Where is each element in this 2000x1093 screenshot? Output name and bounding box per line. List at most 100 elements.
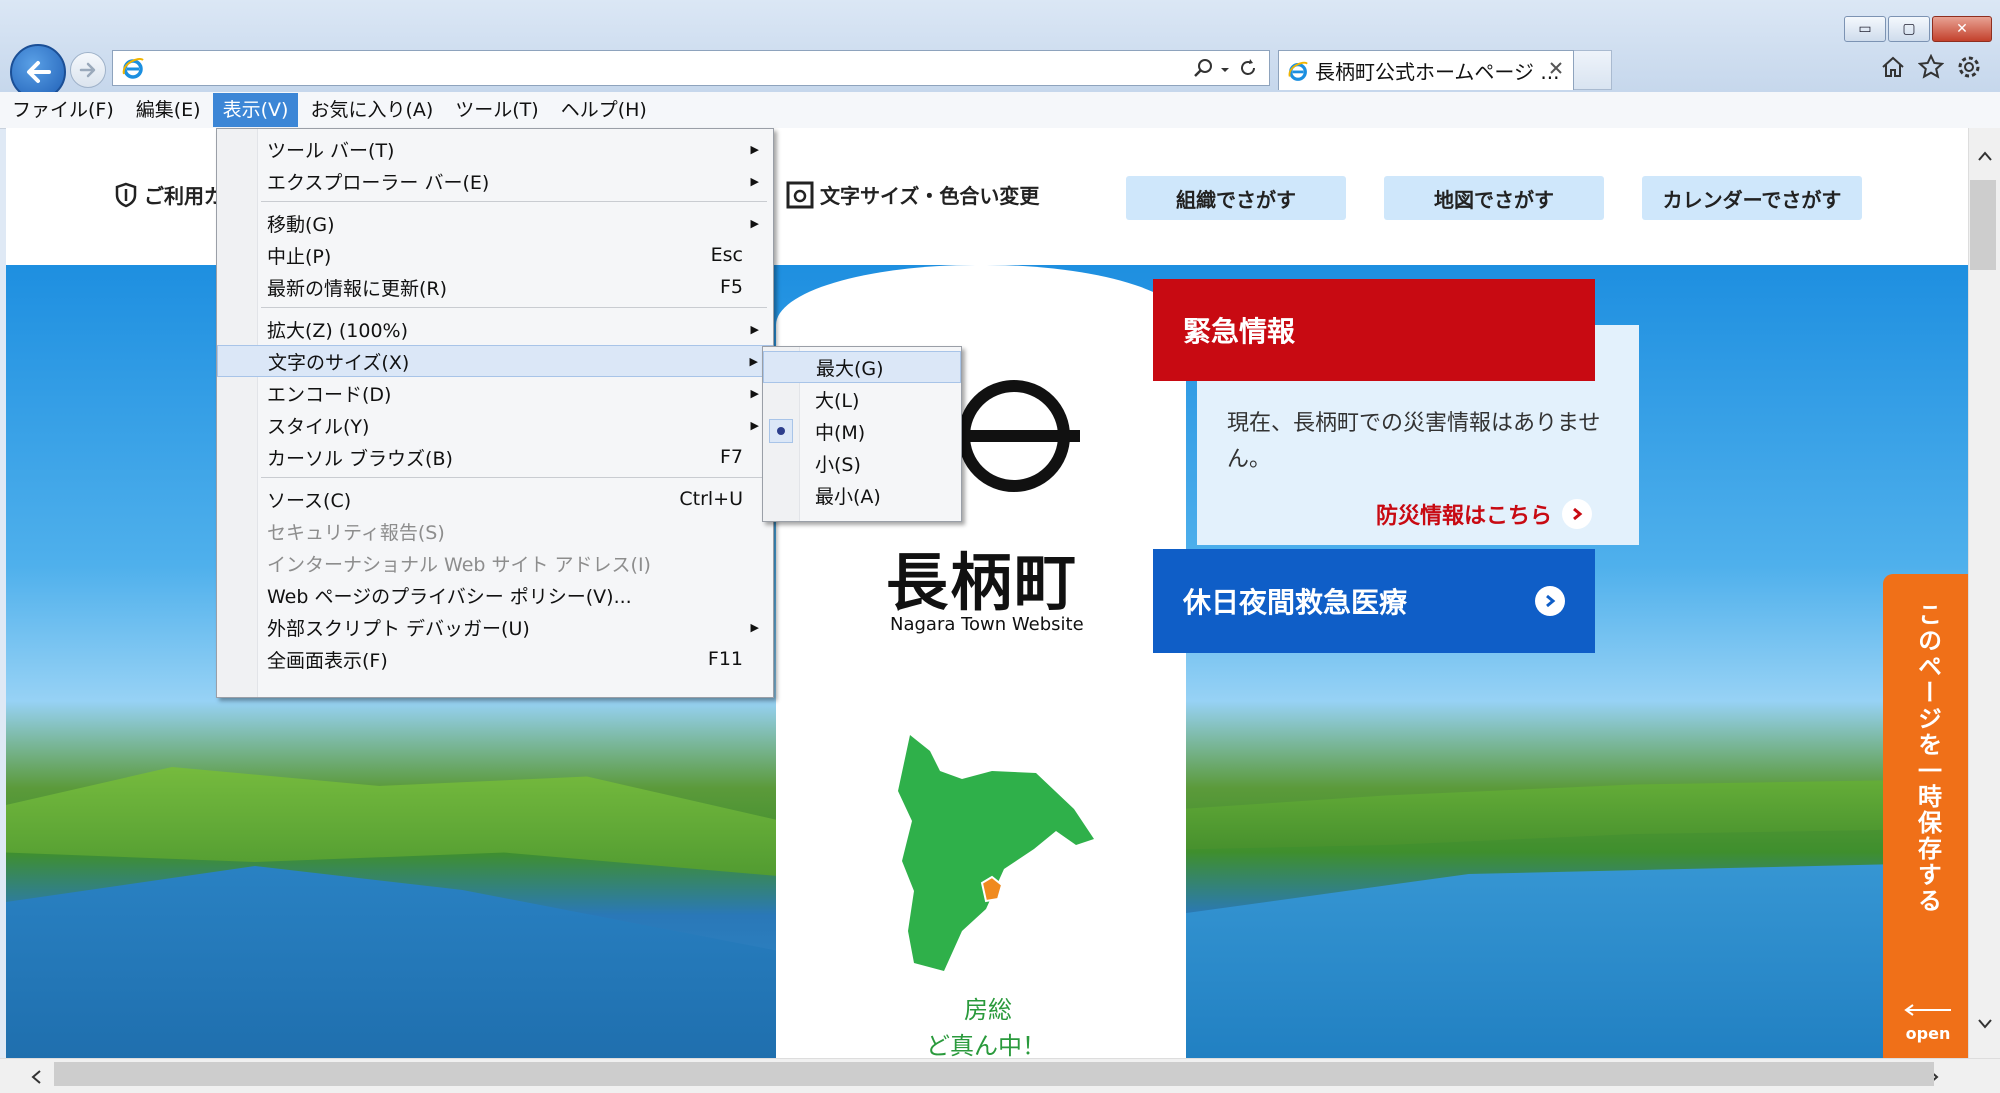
ie-logo-icon [121,56,145,84]
scroll-down-icon[interactable] [1977,1018,1993,1030]
map-caption-2: ど真ん中！ [926,1032,1046,1058]
menu-item-label: 最小(A) [815,485,881,508]
gear-icon[interactable] [1956,54,1982,84]
view-menu-stop[interactable]: 中止(P) Esc [217,239,773,271]
menu-item-label: 中止(P) [267,245,332,268]
view-menu-refresh[interactable]: 最新の情報に更新(R) F5 [217,271,773,303]
minimize-button[interactable]: ▭ [1844,16,1886,42]
scroll-up-icon[interactable] [1977,150,1993,162]
view-menu-privacy-policy[interactable]: Web ページのプライバシー ポリシー(V)... [217,579,773,611]
menu-help[interactable]: ヘルプ(H) [551,93,657,127]
menu-item-label: インターナショナル Web サイト アドレス(I) [267,553,651,576]
menu-item-label: Web ページのプライバシー ポリシー(V)... [267,585,632,608]
holiday-night-emergency-label: 休日夜間救急医療 [1183,586,1408,619]
view-menu-text-size[interactable]: 文字のサイズ(X) ▶ [217,345,773,377]
menu-shortcut: F7 [719,446,743,468]
view-menu-zoom[interactable]: 拡大(Z) (100%) ▶ [217,313,773,345]
menu-bar: ファイル(F) 編集(E) 表示(V) お気に入り(A) ツール(T) ヘルプ(… [0,92,2000,129]
vertical-scroll-thumb[interactable] [1970,180,1996,270]
close-tab-icon[interactable] [1549,61,1563,75]
menu-shortcut: Ctrl+U [679,488,743,510]
forward-button[interactable] [70,52,106,88]
chevron-right-icon [1535,586,1565,616]
view-menu-caret-browsing[interactable]: カーソル ブラウズ(B) F7 [217,441,773,473]
view-menu-style[interactable]: スタイル(Y) ▶ [217,409,773,441]
menu-tools[interactable]: ツール(T) [445,93,548,127]
menu-separator [261,307,767,308]
search-by-calendar-button[interactable]: カレンダーでさがす [1642,176,1862,220]
chiba-map-illustration [896,733,1126,997]
dropdown-arrow-icon[interactable] [1219,61,1231,80]
text-size-largest[interactable]: 最大(G) [763,351,961,383]
logo-subtitle: Nagara Town Website [890,614,1084,635]
menu-file[interactable]: ファイル(F) [2,93,124,127]
search-icon[interactable] [1193,57,1215,83]
menu-item-label: 文字のサイズ(X) [268,351,410,374]
new-tab-button[interactable] [1574,50,1612,90]
search-by-map-button[interactable]: 地図でさがす [1384,176,1604,220]
text-size-smallest[interactable]: 最小(A) [763,479,961,511]
text-size-color-link[interactable]: 文字サイズ・色合い変更 [786,180,1039,209]
menu-item-label: 最新の情報に更新(R) [267,277,448,300]
home-icon[interactable] [1880,54,1906,84]
text-size-color-label: 文字サイズ・色合い変更 [820,184,1040,208]
menu-item-label: スタイル(Y) [267,415,370,438]
view-menu-dropdown: ツール バー(T) ▶ エクスプローラー バー(E) ▶ 移動(G) ▶ 中止(P) E… [216,128,774,698]
menu-edit[interactable]: 編集(E) [126,93,211,127]
submenu-arrow-icon: ▶ [750,418,759,432]
maximize-button[interactable]: ▢ [1888,16,1930,42]
tab-title: 長柄町公式ホームページ ... [1315,60,1560,84]
submenu-arrow-icon: ▶ [750,620,759,634]
save-page-tab[interactable]: このページを一時保存する open [1883,574,1968,1058]
disaster-info-link[interactable]: 防災情報はこちら [1376,498,1593,530]
view-menu-go-to[interactable]: 移動(G) ▶ [217,207,773,239]
menu-shortcut: Esc [710,244,743,266]
horizontal-scroll-thumb[interactable] [54,1062,1934,1086]
usage-guide-link[interactable]: ご利用ガ [114,180,224,209]
view-menu-international-address: インターナショナル Web サイト アドレス(I) [217,547,773,579]
view-menu-script-debugger[interactable]: 外部スクリプト デバッガー(U) ▶ [217,611,773,643]
disaster-info-label: 防災情報はこちら [1376,504,1553,529]
menu-item-label: ソース(C) [267,489,352,512]
view-menu-toolbars[interactable]: ツール バー(T) ▶ [217,133,773,165]
address-bar[interactable] [112,50,1270,86]
browser-tab[interactable]: 長柄町公式ホームページ ... [1278,50,1574,90]
settings-box-icon [786,181,814,208]
submenu-arrow-icon: ▶ [749,354,758,368]
menu-item-label: 最大(G) [816,357,884,380]
usage-guide-label: ご利用ガ [144,184,224,208]
view-menu-source[interactable]: ソース(C) Ctrl+U [217,483,773,515]
nagara-town-emblem [952,374,1082,508]
menu-view[interactable]: 表示(V) [212,93,299,127]
menu-shortcut: F11 [707,648,743,670]
menu-item-label: カーソル ブラウズ(B) [267,447,453,470]
favorites-star-icon[interactable] [1917,53,1945,84]
menu-item-label: 小(S) [815,453,861,476]
emergency-info-title: 緊急情報 [1153,279,1595,381]
view-menu-encoding[interactable]: エンコード(D) ▶ [217,377,773,409]
logo-town-name: 長柄町 [886,546,1079,619]
menu-item-label: 拡大(Z) (100%) [267,319,409,342]
holiday-night-emergency-link[interactable]: 休日夜間救急医療 [1153,549,1595,653]
search-by-organization-button[interactable]: 組織でさがす [1126,176,1346,220]
submenu-arrow-icon: ▶ [750,174,759,188]
menu-item-label: 大(L) [815,389,860,412]
text-size-larger[interactable]: 大(L) [763,383,961,415]
ie-tab-icon [1287,60,1309,82]
close-window-button[interactable]: ✕ [1932,16,1992,42]
menu-item-label: エクスプローラー バー(E) [267,171,490,194]
chevron-right-icon [1562,499,1593,529]
menu-item-label: ツール バー(T) [267,139,395,162]
text-size-medium[interactable]: 中(M) [763,415,961,447]
view-menu-explorer-bars[interactable]: エクスプローラー バー(E) ▶ [217,165,773,197]
scroll-left-icon[interactable] [30,1069,42,1085]
shield-icon [115,182,137,207]
view-menu-full-screen[interactable]: 全画面表示(F) F11 [217,643,773,675]
menu-favorites[interactable]: お気に入り(A) [300,93,443,127]
menu-item-label: 移動(G) [267,213,335,236]
refresh-icon[interactable] [1237,57,1259,83]
submenu-arrow-icon: ▶ [750,386,759,400]
menu-separator [261,477,767,478]
menu-separator [261,201,767,202]
text-size-smaller[interactable]: 小(S) [763,447,961,479]
